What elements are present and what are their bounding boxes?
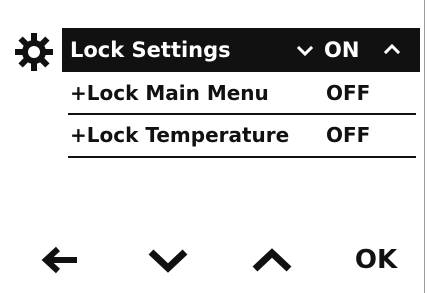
lock-temperature-value: OFF (326, 123, 371, 147)
row-divider (68, 156, 416, 158)
gear-icon (15, 33, 53, 71)
chevron-down-icon (297, 45, 313, 57)
row-divider (68, 113, 416, 115)
lock-settings-row[interactable]: Lock Settings ON (62, 28, 420, 72)
lcd-screen: Lock Settings ON +Lock Main Menu OFF +Lo… (0, 0, 424, 293)
lock-main-menu-row[interactable]: +Lock Main Menu OFF (68, 76, 416, 115)
back-button[interactable] (36, 240, 84, 280)
up-button[interactable] (244, 240, 300, 280)
lock-settings-value: ON (324, 38, 360, 62)
lock-main-menu-label: +Lock Main Menu (70, 81, 269, 105)
lock-settings-label: Lock Settings (70, 38, 231, 62)
chevron-up-icon (252, 248, 292, 272)
down-button[interactable] (140, 240, 196, 280)
frame-edge (424, 0, 425, 293)
lock-main-menu-value: OFF (326, 81, 371, 105)
chevron-up-icon (384, 43, 400, 55)
chevron-down-icon (148, 249, 188, 273)
ok-button[interactable]: OK (346, 240, 406, 280)
arrow-left-icon (41, 246, 77, 274)
lock-temperature-label: +Lock Temperature (70, 123, 290, 147)
lock-temperature-row[interactable]: +Lock Temperature OFF (68, 118, 416, 158)
ok-label: OK (354, 245, 398, 275)
